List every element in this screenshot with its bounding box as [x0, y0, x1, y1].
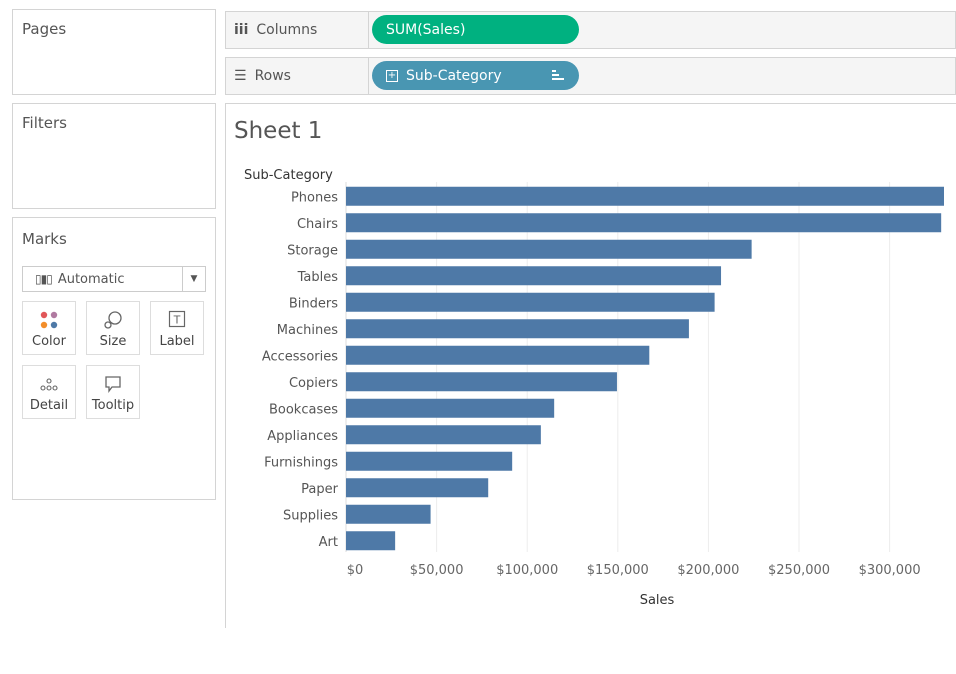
sum-sales-pill-text: SUM(Sales)	[386, 21, 466, 38]
filters-panel[interactable]: Filters	[12, 103, 216, 209]
bar-appliances	[346, 425, 541, 445]
x-tick-label: $0	[347, 563, 364, 578]
bar-phones	[346, 186, 944, 206]
category-label: Chairs	[297, 217, 338, 232]
detail-button[interactable]: Detail	[22, 365, 76, 419]
mark-type-value: Automatic	[57, 271, 125, 287]
category-label: Storage	[287, 243, 338, 258]
x-tick-label: $200,000	[677, 563, 739, 578]
svg-text:T: T	[173, 314, 181, 327]
bar-binders	[346, 292, 715, 312]
x-tick-label: $250,000	[768, 563, 830, 578]
detail-label: Detail	[29, 398, 69, 413]
category-label: Paper	[301, 482, 338, 497]
size-icon	[87, 310, 139, 332]
bar-storage	[346, 239, 752, 259]
bar-furnishings	[346, 451, 513, 471]
size-label: Size	[99, 334, 127, 349]
detail-dots-icon	[23, 374, 75, 396]
category-label: Appliances	[267, 429, 338, 444]
label-button[interactable]: T Label	[150, 301, 204, 355]
category-label: Machines	[277, 323, 338, 338]
bar-chairs	[346, 213, 942, 233]
sort-descending-icon[interactable]	[551, 68, 565, 86]
x-tick-label: $300,000	[859, 563, 921, 578]
bar-accessories	[346, 345, 650, 365]
color-button[interactable]: Color	[22, 301, 76, 355]
bar-chart: Sub-Category Phones Chairs Storage Tables Bin…	[244, 168, 944, 608]
category-label: Phones	[291, 190, 338, 205]
tooltip-label: Tooltip	[91, 398, 135, 413]
bar-paper	[346, 478, 489, 498]
category-label: Bookcases	[269, 402, 338, 417]
size-button[interactable]: Size	[86, 301, 140, 355]
rows-shelf[interactable]: ☰ Rows + Sub-Category	[225, 57, 956, 95]
marks-panel: Marks ▯▮▯ Automatic ▼ Color Size T Label…	[12, 217, 216, 500]
tooltip-button[interactable]: Tooltip	[86, 365, 140, 419]
bar-supplies	[346, 504, 431, 524]
category-label: Furnishings	[264, 455, 338, 470]
columns-label-text: Columns	[256, 22, 318, 38]
columns-shelf[interactable]: iii Columns SUM(Sales)	[225, 11, 956, 49]
category-header: Sub-Category	[244, 168, 333, 183]
x-tick-label: $150,000	[587, 563, 649, 578]
x-tick-label: $100,000	[496, 563, 558, 578]
mark-type-dropdown[interactable]: ▯▮▯ Automatic ▼	[22, 266, 206, 292]
sub-category-pill[interactable]: + Sub-Category	[372, 61, 579, 90]
category-label: Supplies	[283, 508, 338, 523]
filters-title: Filters	[22, 114, 67, 132]
bar-machines	[346, 319, 689, 339]
category-label: Accessories	[262, 349, 338, 364]
bar-tables	[346, 266, 722, 286]
bar-chart-icon: ▯▮▯	[35, 272, 53, 286]
rows-icon: ☰	[234, 68, 247, 84]
rows-label-text: Rows	[254, 68, 291, 84]
tooltip-icon	[87, 374, 139, 396]
category-label: Tables	[297, 270, 339, 285]
sum-sales-pill[interactable]: SUM(Sales)	[372, 15, 579, 44]
category-label: Binders	[289, 296, 338, 311]
bar-copiers	[346, 372, 617, 392]
rows-shelf-label: ☰ Rows	[226, 58, 369, 94]
x-axis-title: Sales	[640, 593, 675, 608]
sheet-view: Sheet 1 Sub-Category Phones Chairs Storage T…	[225, 103, 956, 628]
pages-title: Pages	[22, 20, 67, 38]
category-label: Art	[319, 535, 338, 550]
label-T-icon: T	[151, 310, 203, 332]
category-label: Copiers	[289, 376, 338, 391]
color-dots-icon	[23, 310, 75, 332]
sub-category-pill-text: Sub-Category	[406, 67, 502, 84]
label-label: Label	[159, 334, 195, 349]
columns-shelf-label: iii Columns	[226, 12, 369, 48]
bar-bookcases	[346, 398, 555, 418]
color-label: Color	[32, 334, 66, 349]
expand-plus-icon[interactable]: +	[386, 69, 398, 82]
pages-panel[interactable]: Pages	[12, 9, 216, 95]
columns-icon: iii	[234, 22, 249, 38]
chevron-down-icon[interactable]: ▼	[182, 267, 205, 291]
x-tick-label: $50,000	[410, 563, 464, 578]
marks-title: Marks	[22, 230, 67, 248]
sheet-title: Sheet 1	[234, 118, 323, 144]
bar-art	[346, 531, 396, 551]
